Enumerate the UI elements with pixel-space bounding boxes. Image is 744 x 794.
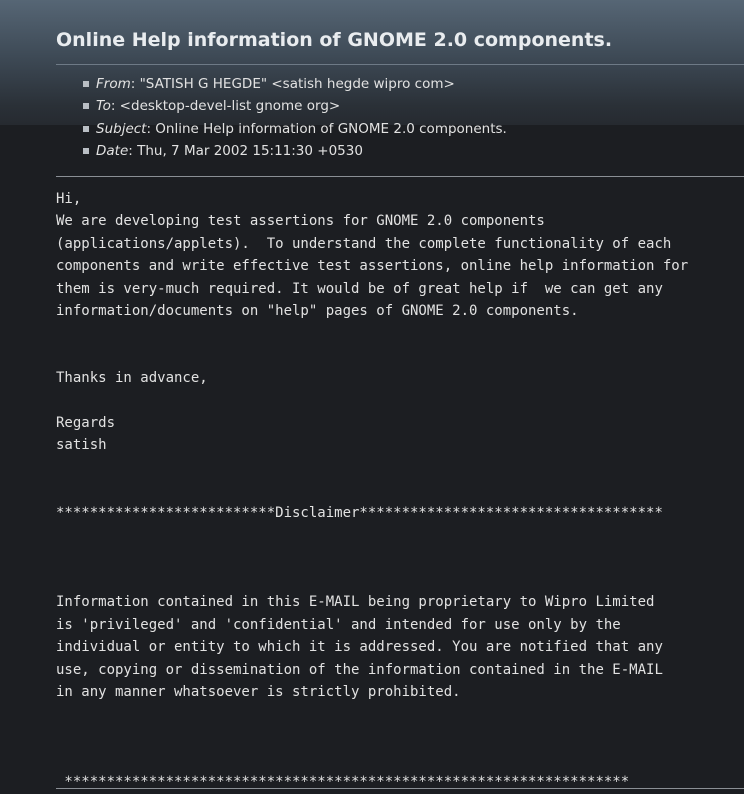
footer-divider [56, 788, 744, 789]
header-value[interactable]: : "SATISH G HEGDE" <satish hegde wipro c… [131, 76, 455, 92]
header-name: To [96, 98, 111, 115]
title-divider [56, 64, 744, 65]
header-name: From [96, 76, 131, 92]
header-from: From: "SATISH G HEGDE" <satish hegde wip… [83, 73, 507, 95]
header-subject: Subject: Online Help information of GNOM… [83, 118, 507, 140]
header-value: : Online Help information of GNOME 2.0 c… [146, 120, 507, 137]
header-value: : Thu, 7 Mar 2002 15:11:30 +0530 [128, 143, 363, 160]
header-date: Date: Thu, 7 Mar 2002 15:11:30 +0530 [83, 140, 507, 162]
message-body: Hi, We are developing test assertions fo… [56, 191, 689, 790]
bullet-icon [83, 103, 89, 110]
bullet-icon [83, 125, 89, 132]
header-name: Subject [96, 120, 147, 137]
bullet-icon [83, 148, 89, 155]
page-title: Online Help information of GNOME 2.0 com… [56, 29, 613, 51]
header-to: To: <desktop-devel-list gnome org> [83, 95, 507, 117]
bullet-icon [83, 81, 89, 87]
header-value[interactable]: : <desktop-devel-list gnome org> [111, 98, 340, 114]
message-headers: From: "SATISH G HEGDE" <satish hegde wip… [83, 73, 507, 163]
headers-divider [56, 176, 744, 177]
header-name: Date [96, 143, 129, 160]
